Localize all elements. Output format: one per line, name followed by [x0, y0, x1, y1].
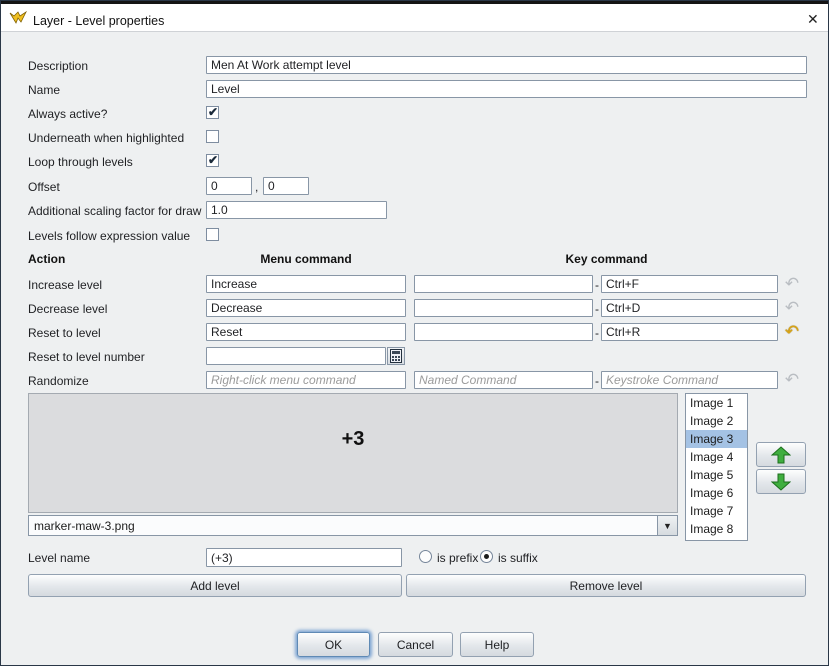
level-image-preview: +3 [28, 393, 678, 513]
reset-menu-input[interactable] [206, 323, 406, 341]
reset-level-label: Reset to level [28, 326, 101, 340]
decrease-level-label: Decrease level [28, 302, 107, 316]
randomize-named-input[interactable] [414, 371, 593, 389]
scaling-label: Additional scaling factor for draw [28, 204, 201, 218]
move-level-up-button[interactable] [756, 442, 806, 467]
ok-button[interactable]: OK [297, 632, 370, 657]
decrease-dash: - [595, 302, 599, 316]
close-icon[interactable]: ✕ [807, 12, 819, 26]
underneath-checkbox[interactable] [206, 130, 219, 143]
offset-y-input[interactable] [263, 177, 309, 195]
randomize-label: Randomize [28, 374, 89, 388]
increase-key-input[interactable] [601, 275, 778, 293]
reset-key-input[interactable] [601, 323, 778, 341]
offset-separator: , [255, 180, 258, 194]
arrow-down-icon [771, 473, 791, 491]
decrease-key-input[interactable] [601, 299, 778, 317]
calculator-icon[interactable] [387, 347, 405, 365]
offset-label: Offset [28, 180, 60, 194]
list-item[interactable]: Image 2 [686, 412, 747, 430]
level-name-input[interactable] [206, 548, 402, 567]
image-level-list: Image 1 Image 2 Image 3 Image 4 Image 5 … [685, 393, 748, 541]
decrease-menu-input[interactable] [206, 299, 406, 317]
window-title: Layer - Level properties [33, 14, 164, 28]
decrease-named-input[interactable] [414, 299, 593, 317]
preview-text: +3 [342, 428, 365, 451]
randomize-menu-input[interactable] [206, 371, 406, 389]
help-button[interactable]: Help [460, 632, 534, 657]
scaling-input[interactable] [206, 201, 387, 219]
always-active-label: Always active? [28, 107, 107, 121]
list-item[interactable]: Image 6 [686, 484, 747, 502]
add-level-button[interactable]: Add level [28, 574, 402, 597]
increase-menu-input[interactable] [206, 275, 406, 293]
follow-expression-label: Levels follow expression value [28, 229, 190, 243]
action-header: Action [28, 252, 65, 266]
increase-dash: - [595, 278, 599, 292]
layer-level-properties-dialog: Layer - Level properties ✕ Description N… [0, 0, 829, 666]
reset-number-label: Reset to level number [28, 350, 145, 364]
move-level-down-button[interactable] [756, 469, 806, 494]
is-prefix-label: is prefix [437, 551, 478, 565]
vassal-app-icon [9, 9, 27, 27]
name-input[interactable] [206, 80, 807, 98]
name-label: Name [28, 83, 60, 97]
reset-dash: - [595, 326, 599, 340]
level-name-label: Level name [28, 551, 90, 565]
image-file-combobox[interactable]: marker-maw-3.png ▼ [28, 515, 678, 536]
increase-named-input[interactable] [414, 275, 593, 293]
description-input[interactable] [206, 56, 807, 74]
key-command-header: Key command [414, 252, 799, 266]
chevron-down-icon[interactable]: ▼ [657, 516, 677, 535]
description-label: Description [28, 59, 88, 73]
list-item[interactable]: Image 7 [686, 502, 747, 520]
menu-command-header: Menu command [206, 252, 406, 266]
list-item[interactable]: Image 8 [686, 520, 747, 538]
increase-undo-icon[interactable]: ↶ [782, 274, 802, 294]
title-bar: Layer - Level properties ✕ [1, 4, 828, 32]
list-item[interactable]: Image 4 [686, 448, 747, 466]
reset-undo-icon[interactable]: ↶ [782, 322, 802, 342]
offset-x-input[interactable] [206, 177, 252, 195]
underneath-label: Underneath when highlighted [28, 131, 184, 145]
loop-levels-checkbox[interactable] [206, 154, 219, 167]
reset-named-input[interactable] [414, 323, 593, 341]
randomize-dash: - [595, 374, 599, 388]
cancel-button[interactable]: Cancel [378, 632, 453, 657]
randomize-key-input[interactable] [601, 371, 778, 389]
randomize-undo-icon[interactable]: ↶ [782, 370, 802, 390]
is-prefix-radio[interactable] [419, 550, 432, 563]
list-item-selected[interactable]: Image 3 [686, 430, 747, 448]
always-active-checkbox[interactable] [206, 106, 219, 119]
decrease-undo-icon[interactable]: ↶ [782, 298, 802, 318]
arrow-up-icon [771, 446, 791, 464]
increase-level-label: Increase level [28, 278, 102, 292]
is-suffix-label: is suffix [498, 551, 538, 565]
loop-levels-label: Loop through levels [28, 155, 133, 169]
list-item[interactable]: Image 1 [686, 394, 747, 412]
follow-expression-checkbox[interactable] [206, 228, 219, 241]
list-item[interactable]: Image 5 [686, 466, 747, 484]
image-file-value: marker-maw-3.png [34, 519, 135, 533]
reset-number-input[interactable] [206, 347, 386, 365]
remove-level-button[interactable]: Remove level [406, 574, 806, 597]
is-suffix-radio[interactable] [480, 550, 493, 563]
